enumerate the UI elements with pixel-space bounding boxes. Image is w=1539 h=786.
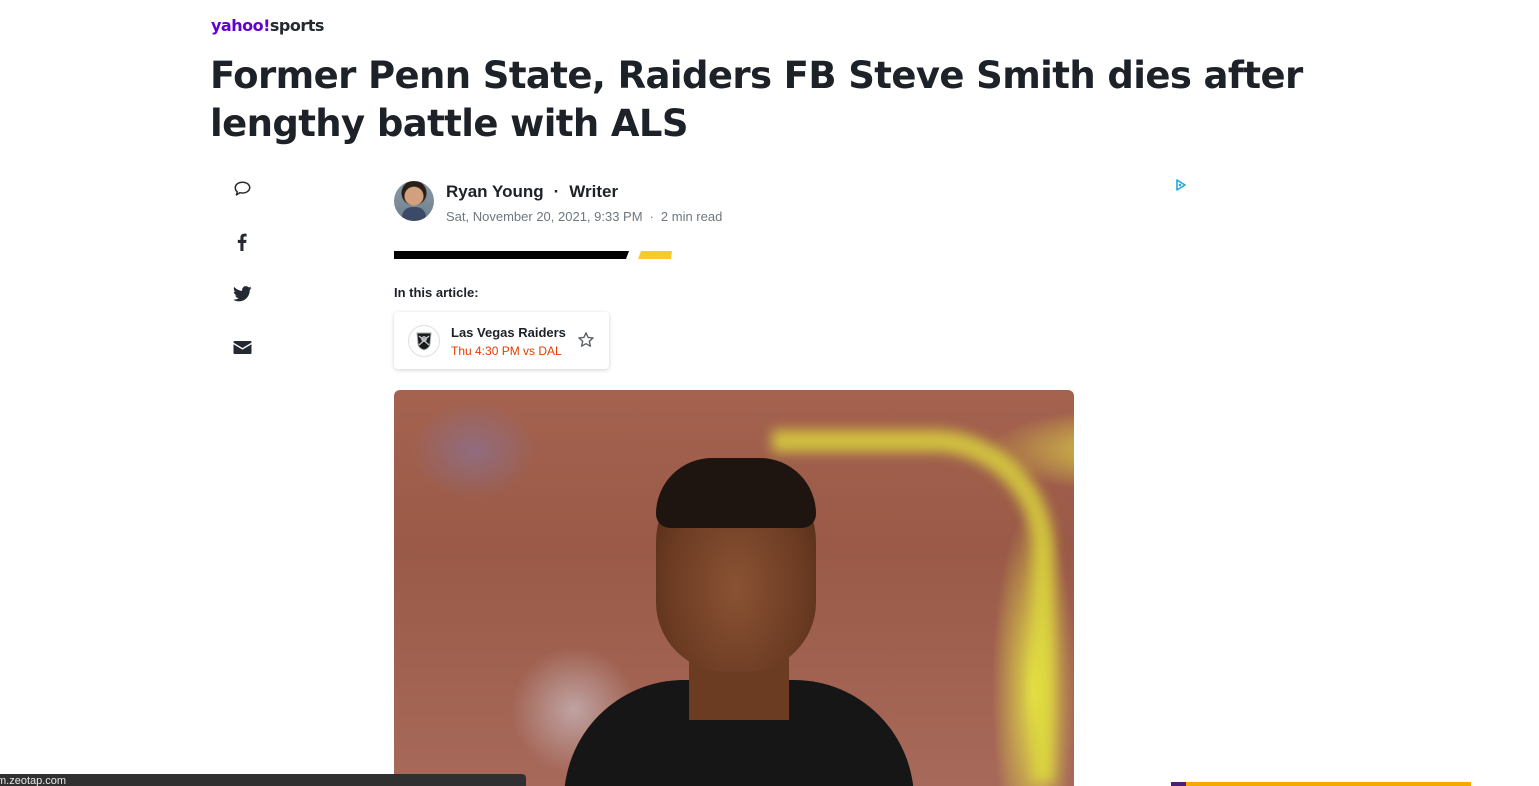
logo-sports-text: sports: [269, 16, 325, 35]
article-meta: Sat, November 20, 2021, 9:33 PM · 2 min re…: [446, 208, 722, 226]
status-url: m.zeotap.com: [0, 775, 67, 786]
yahoo-sports-logo[interactable]: yahoo!sports: [211, 15, 324, 37]
facebook-share-button[interactable]: [232, 232, 252, 252]
author-avatar[interactable]: [394, 181, 434, 221]
logo-yahoo-text: yahoo!: [211, 16, 270, 35]
star-icon[interactable]: [577, 331, 595, 349]
in-this-article-label: In this article:: [394, 285, 479, 300]
browser-status-bar: m.zeotap.com: [0, 774, 526, 786]
author-byline: Ryan Young · Writer: [446, 181, 618, 203]
section-divider: [394, 251, 672, 259]
read-time: 2 min read: [660, 209, 723, 224]
email-share-button[interactable]: [232, 337, 252, 357]
article-headline: Former Penn State, Raiders FB Steve Smit…: [210, 54, 1303, 145]
byline-separator: ·: [553, 182, 560, 201]
hair-shape: [656, 458, 816, 528]
twitter-share-button[interactable]: [232, 284, 252, 304]
adchoices-icon[interactable]: [1174, 178, 1188, 192]
author-role: Writer: [569, 182, 619, 201]
author-name[interactable]: Ryan Young: [446, 182, 544, 201]
player-photo[interactable]: [394, 390, 1074, 786]
comments-button[interactable]: [232, 179, 252, 199]
ad-banner-edge[interactable]: [1171, 782, 1471, 786]
comment-icon: [234, 181, 250, 196]
meta-separator: ·: [649, 209, 654, 224]
article-page: yahoo!sports Former Penn State, Raiders …: [0, 0, 1539, 786]
mail-icon: [233, 340, 251, 354]
team-name[interactable]: Las Vegas Raiders: [451, 325, 566, 341]
publish-date: Sat, November 20, 2021, 9:33 PM: [446, 209, 643, 224]
twitter-icon: [232, 286, 252, 302]
facebook-icon: [237, 233, 247, 251]
team-card[interactable]: Las Vegas Raiders Thu 4:30 PM vs DAL: [394, 312, 609, 369]
raiders-shield-icon: [408, 325, 440, 357]
next-game-info: Thu 4:30 PM vs DAL: [451, 344, 562, 358]
